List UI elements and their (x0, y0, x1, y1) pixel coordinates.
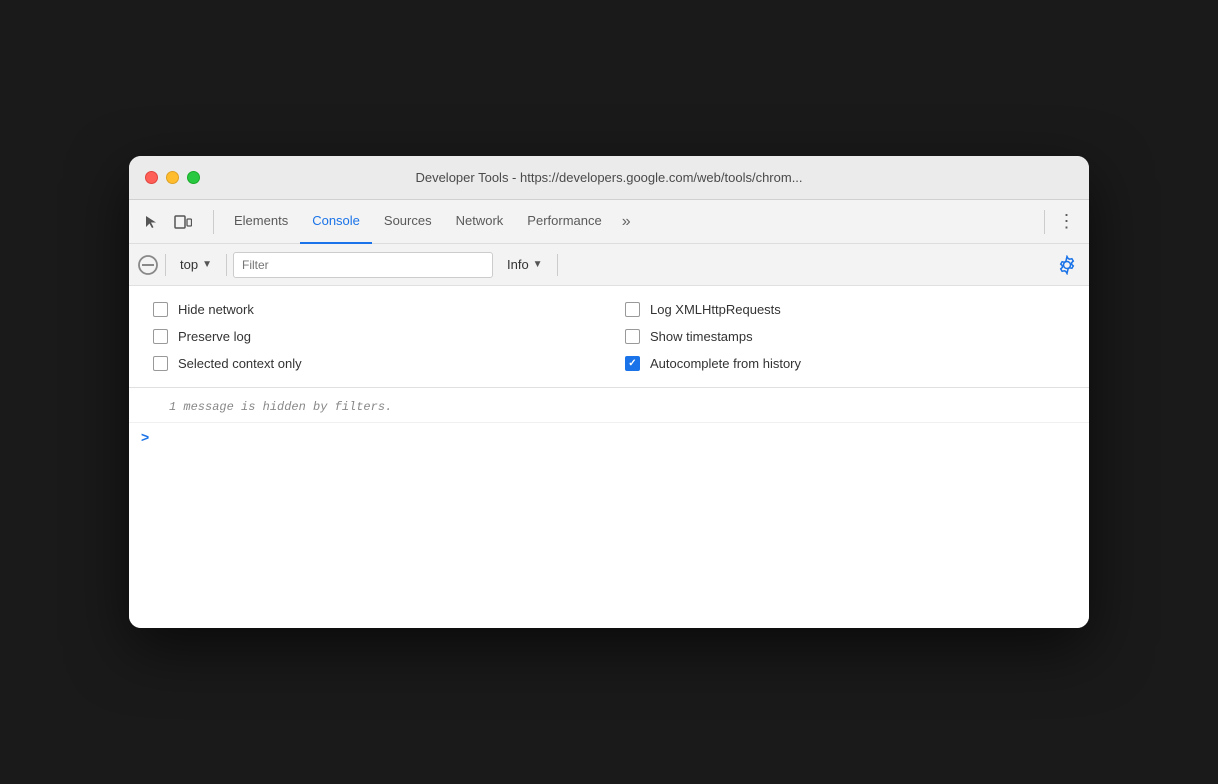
devtools-menu-button[interactable]: ⋮ (1053, 208, 1081, 236)
traffic-lights (145, 171, 200, 184)
options-panel: Hide network Preserve log Selected conte… (129, 286, 1089, 388)
device-icon (174, 213, 192, 231)
selected-context-label: Selected context only (178, 356, 302, 371)
console-prompt-input[interactable] (153, 430, 1077, 445)
option-row-show-timestamps: Show timestamps (625, 329, 1065, 344)
console-content: 1 message is hidden by filters. > (129, 388, 1089, 628)
autocomplete-history-label: Autocomplete from history (650, 356, 801, 371)
maximize-button[interactable] (187, 171, 200, 184)
clear-console-button[interactable] (137, 254, 159, 276)
console-toolbar-divider (165, 254, 166, 276)
option-row-selected-context: Selected context only (153, 356, 593, 371)
hide-network-label: Hide network (178, 302, 254, 317)
context-dropdown-arrow: ▼ (202, 259, 212, 270)
autocomplete-history-checkbox[interactable] (625, 356, 640, 371)
option-row-hide-network: Hide network (153, 302, 593, 317)
hide-network-checkbox[interactable] (153, 302, 168, 317)
tab-network[interactable]: Network (444, 200, 516, 244)
tab-performance[interactable]: Performance (515, 200, 613, 244)
filter-input[interactable] (233, 252, 493, 278)
log-xhr-label: Log XMLHttpRequests (650, 302, 781, 317)
tab-bar: Elements Console Sources Network Perform… (222, 200, 1036, 244)
option-row-autocomplete: Autocomplete from history (625, 356, 1065, 371)
toolbar-divider (213, 210, 214, 234)
no-entry-icon (138, 255, 158, 275)
show-timestamps-label: Show timestamps (650, 329, 753, 344)
window-title: Developer Tools - https://developers.goo… (415, 170, 802, 185)
option-row-log-xhr: Log XMLHttpRequests (625, 302, 1065, 317)
device-toggle-button[interactable] (169, 208, 197, 236)
more-tabs-button[interactable]: » (614, 200, 639, 244)
tab-sources[interactable]: Sources (372, 200, 444, 244)
prompt-arrow: > (141, 429, 149, 445)
gear-icon (1057, 255, 1077, 275)
options-left-column: Hide network Preserve log Selected conte… (153, 302, 593, 371)
preserve-log-label: Preserve log (178, 329, 251, 344)
context-label: top (180, 257, 198, 272)
console-toolbar-divider-2 (226, 254, 227, 276)
log-xhr-checkbox[interactable] (625, 302, 640, 317)
options-right-column: Log XMLHttpRequests Show timestamps Auto… (625, 302, 1065, 371)
console-toolbar-divider-3 (557, 254, 558, 276)
selected-context-checkbox[interactable] (153, 356, 168, 371)
cursor-tool-button[interactable] (137, 208, 165, 236)
main-toolbar: Elements Console Sources Network Perform… (129, 200, 1089, 244)
level-dropdown-arrow: ▼ (533, 259, 543, 270)
console-toolbar: top ▼ Info ▼ (129, 244, 1089, 286)
level-label: Info (507, 257, 529, 272)
tab-elements[interactable]: Elements (222, 200, 300, 244)
console-settings-button[interactable] (1053, 251, 1081, 279)
minimize-button[interactable] (166, 171, 179, 184)
toolbar-icons (137, 208, 197, 236)
hidden-message: 1 message is hidden by filters. (129, 392, 1089, 423)
title-bar: Developer Tools - https://developers.goo… (129, 156, 1089, 200)
close-button[interactable] (145, 171, 158, 184)
cursor-icon (143, 214, 159, 230)
option-row-preserve-log: Preserve log (153, 329, 593, 344)
show-timestamps-checkbox[interactable] (625, 329, 640, 344)
preserve-log-checkbox[interactable] (153, 329, 168, 344)
context-selector[interactable]: top ▼ (172, 254, 220, 275)
console-prompt-row[interactable]: > (129, 423, 1089, 451)
toolbar-divider-right (1044, 210, 1045, 234)
tab-console[interactable]: Console (300, 200, 372, 244)
log-level-selector[interactable]: Info ▼ (499, 254, 551, 275)
devtools-window: Developer Tools - https://developers.goo… (129, 156, 1089, 628)
